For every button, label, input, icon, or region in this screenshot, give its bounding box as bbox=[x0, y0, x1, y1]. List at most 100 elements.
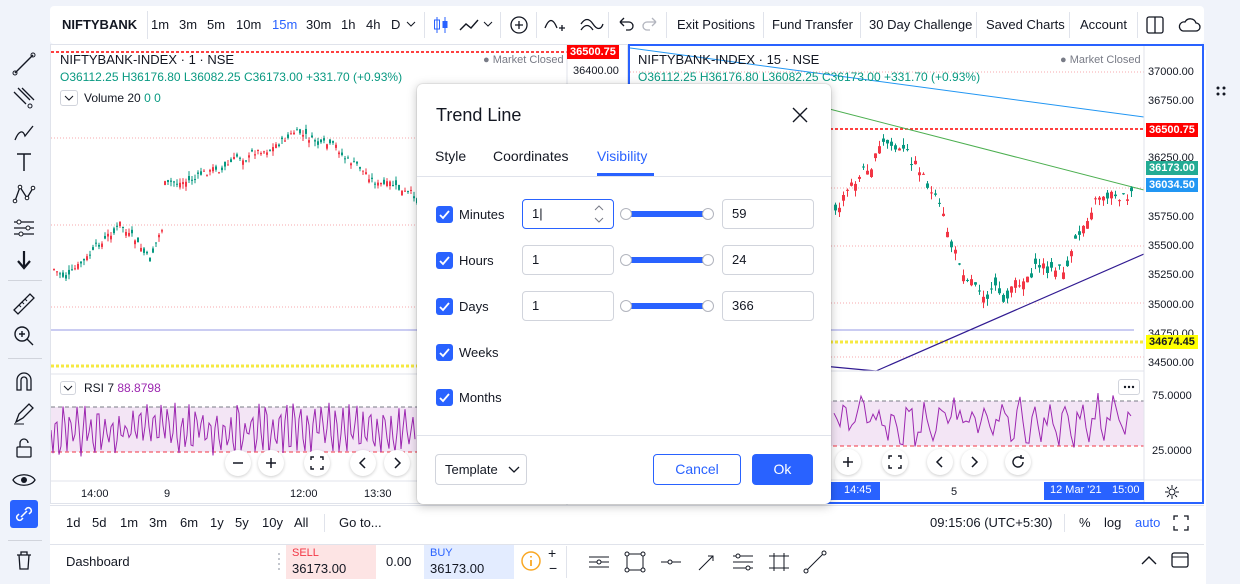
interval-5m[interactable]: 5m bbox=[207, 11, 225, 39]
range-5d[interactable]: 5d bbox=[92, 514, 106, 532]
ok-button[interactable]: Ok bbox=[752, 454, 813, 485]
chart-style-icon[interactable] bbox=[456, 12, 482, 38]
tab-style[interactable]: Style bbox=[435, 148, 466, 164]
interval-3m[interactable]: 3m bbox=[179, 11, 197, 39]
fullscreen-icon[interactable] bbox=[1172, 514, 1190, 532]
minutes-checkbox[interactable] bbox=[436, 206, 453, 223]
chart-settings-icon[interactable] bbox=[1164, 484, 1180, 500]
dots-grid-icon[interactable] bbox=[1212, 80, 1236, 104]
clock[interactable]: 09:15:06 (UTC+5:30) bbox=[930, 514, 1052, 532]
months-checkbox[interactable] bbox=[436, 389, 453, 406]
interval-10m[interactable]: 10m bbox=[236, 11, 261, 39]
hours-slider-end[interactable] bbox=[702, 254, 714, 266]
more-options-icon[interactable] bbox=[1118, 379, 1140, 395]
scroll-right-button[interactable] bbox=[384, 450, 410, 476]
forecast-tool-icon[interactable] bbox=[10, 214, 38, 242]
trendline-tool-icon[interactable] bbox=[10, 50, 38, 78]
add-icon[interactable] bbox=[506, 12, 532, 38]
lock-icon[interactable] bbox=[10, 434, 38, 462]
range-1m[interactable]: 1m bbox=[120, 514, 138, 532]
fib-retracement-tool-icon[interactable] bbox=[730, 549, 756, 575]
minutes-slider-start[interactable] bbox=[620, 208, 632, 220]
interval-1m[interactable]: 1m bbox=[151, 11, 169, 39]
days-slider-start[interactable] bbox=[620, 300, 632, 312]
range-1y[interactable]: 1y bbox=[210, 514, 224, 532]
parallel-channel-tool-icon[interactable] bbox=[766, 549, 792, 575]
minutes-slider[interactable] bbox=[625, 211, 709, 217]
collapse-legend-icon[interactable] bbox=[60, 90, 78, 106]
quantity-increase-icon[interactable]: + bbox=[548, 545, 556, 561]
chevron-down-icon[interactable] bbox=[483, 19, 493, 29]
hours-slider-start[interactable] bbox=[620, 254, 632, 266]
log-toggle[interactable]: log bbox=[1104, 514, 1121, 532]
candle-type-icon[interactable] bbox=[428, 12, 454, 38]
right-chart-title[interactable]: NIFTYBANK-INDEX · 15 · NSE bbox=[638, 52, 819, 67]
quantity-decrease-icon[interactable]: − bbox=[549, 560, 557, 576]
reset-scale-button[interactable] bbox=[882, 449, 908, 475]
ruler-icon[interactable] bbox=[10, 290, 38, 318]
redo-icon[interactable] bbox=[638, 12, 664, 38]
reset-chart-button[interactable] bbox=[1005, 449, 1031, 475]
exit-positions-button[interactable]: Exit Positions bbox=[669, 11, 763, 39]
templates-icon[interactable] bbox=[578, 12, 604, 38]
template-dropdown[interactable]: Template bbox=[435, 454, 527, 485]
account-button[interactable]: Account bbox=[1072, 11, 1135, 39]
days-to-input[interactable]: 366 bbox=[722, 291, 814, 321]
arrow-tool-icon[interactable] bbox=[694, 549, 720, 575]
info-icon[interactable] bbox=[520, 550, 542, 572]
range-1d[interactable]: 1d bbox=[66, 514, 80, 532]
sell-button[interactable]: SELL 36173.00 bbox=[286, 545, 376, 579]
magnet-icon[interactable] bbox=[10, 368, 38, 396]
undo-icon[interactable] bbox=[612, 12, 638, 38]
zoom-out-button[interactable] bbox=[225, 450, 251, 476]
tab-coordinates[interactable]: Coordinates bbox=[493, 148, 569, 164]
collapse-panel-icon[interactable] bbox=[1140, 554, 1158, 566]
link-icon[interactable] bbox=[10, 500, 38, 528]
interval-4h[interactable]: 4h bbox=[366, 11, 380, 39]
interval-1h[interactable]: 1h bbox=[341, 11, 355, 39]
zoom-in-icon[interactable] bbox=[10, 322, 38, 350]
horizontal-lines-tool-icon[interactable] bbox=[586, 549, 612, 575]
scroll-right-button[interactable] bbox=[961, 449, 987, 475]
rsi-legend[interactable]: RSI 7 88.8798 bbox=[84, 381, 161, 395]
range-all[interactable]: All bbox=[294, 514, 308, 532]
hours-checkbox[interactable] bbox=[436, 252, 453, 269]
range-3m[interactable]: 3m bbox=[149, 514, 167, 532]
weeks-checkbox[interactable] bbox=[436, 344, 453, 361]
close-icon[interactable] bbox=[791, 106, 809, 124]
scroll-left-button[interactable] bbox=[927, 449, 953, 475]
buy-button[interactable]: BUY 36173.00 bbox=[424, 545, 514, 579]
cloud-icon[interactable] bbox=[1176, 12, 1202, 38]
brush-tool-icon[interactable] bbox=[10, 118, 38, 146]
zoom-in-button[interactable] bbox=[258, 450, 284, 476]
maximize-panel-icon[interactable] bbox=[1170, 550, 1190, 570]
symbol-search[interactable]: NIFTYBANK bbox=[52, 11, 149, 39]
cancel-button[interactable]: Cancel bbox=[653, 454, 741, 485]
left-chart-title[interactable]: NIFTYBANK-INDEX · 1 · NSE bbox=[60, 52, 234, 67]
range-5y[interactable]: 5y bbox=[235, 514, 249, 532]
days-slider[interactable] bbox=[625, 303, 709, 309]
saved-charts-button[interactable]: Saved Charts bbox=[978, 11, 1073, 39]
rectangle-tool-icon[interactable] bbox=[622, 549, 648, 575]
arrow-down-icon[interactable] bbox=[10, 246, 38, 274]
interval-d[interactable]: D bbox=[391, 11, 400, 39]
pattern-tool-icon[interactable] bbox=[10, 180, 38, 208]
eye-icon[interactable] bbox=[10, 466, 38, 494]
text-tool-icon[interactable] bbox=[10, 148, 38, 176]
hours-to-input[interactable]: 24 bbox=[722, 245, 814, 275]
stay-drawing-icon[interactable] bbox=[10, 400, 38, 428]
reset-scale-button[interactable] bbox=[304, 450, 330, 476]
days-slider-end[interactable] bbox=[702, 300, 714, 312]
hours-from-input[interactable]: 1 bbox=[522, 245, 614, 275]
volume-legend[interactable]: Volume 20 0 0 bbox=[84, 91, 161, 105]
dashboard-button[interactable]: Dashboard bbox=[66, 554, 130, 569]
minutes-slider-end[interactable] bbox=[702, 208, 714, 220]
scroll-left-button[interactable] bbox=[350, 450, 376, 476]
goto-button[interactable]: Go to... bbox=[339, 514, 382, 532]
tab-visibility[interactable]: Visibility bbox=[597, 148, 647, 164]
hours-slider[interactable] bbox=[625, 257, 709, 263]
drag-handle-icon[interactable] bbox=[276, 547, 282, 577]
fund-transfer-button[interactable]: Fund Transfer bbox=[764, 11, 861, 39]
indicators-icon[interactable] bbox=[542, 12, 568, 38]
percent-toggle[interactable]: % bbox=[1079, 514, 1091, 532]
